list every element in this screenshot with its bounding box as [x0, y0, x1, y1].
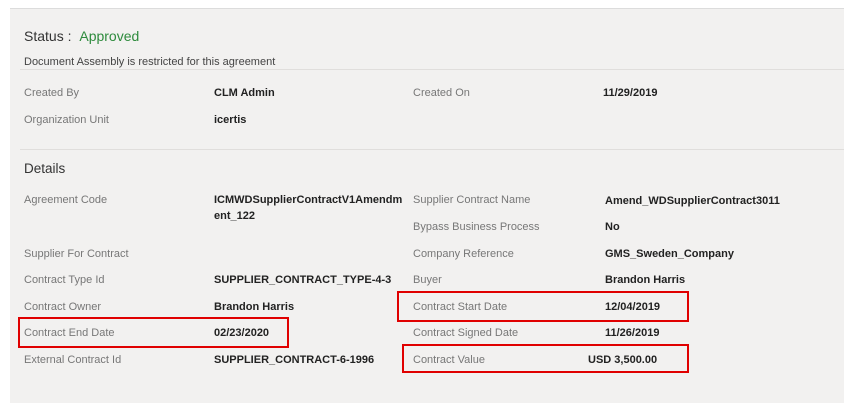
org-unit-value: icertis — [214, 114, 247, 126]
external-contract-id-label: External Contract Id — [24, 354, 122, 366]
bypass-business-process-value: No — [605, 221, 620, 233]
status-value: Approved — [79, 28, 140, 44]
contract-end-date-value: 02/23/2020 — [214, 327, 270, 339]
created-by-value: CLM Admin — [214, 87, 275, 99]
created-on-label: Created On — [413, 87, 470, 99]
contract-owner-value: Brandon Harris — [214, 301, 295, 313]
contract-end-date-label: Contract End Date — [24, 327, 115, 339]
contract-signed-date-label: Contract Signed Date — [413, 327, 519, 339]
divider — [20, 69, 844, 70]
details-heading: Details — [24, 161, 66, 176]
contract-start-date-value: 12/04/2019 — [605, 301, 661, 313]
supplier-for-contract-label: Supplier For Contract — [24, 248, 129, 260]
external-contract-id-value: SUPPLIER_CONTRACT-6-1996 — [214, 354, 375, 366]
restriction-notice: Document Assembly is restricted for this… — [24, 56, 276, 68]
company-reference-value: GMS_Sweden_Company — [605, 248, 734, 260]
bypass-business-process-label: Bypass Business Process — [413, 221, 540, 233]
contract-type-id-value: SUPPLIER_CONTRACT_TYPE-4-3 — [214, 274, 392, 286]
created-by-label: Created By — [24, 87, 80, 99]
supplier-contract-name-label: Supplier Contract Name — [413, 194, 531, 206]
buyer-label: Buyer — [413, 274, 442, 286]
agreement-code-label: Agreement Code — [24, 194, 108, 206]
supplier-contract-name-value: Amend_WDSupplierContract3011 — [605, 195, 780, 207]
contract-owner-label: Contract Owner — [24, 301, 102, 313]
status-row: Status : Approved — [24, 28, 139, 44]
contract-value-label: Contract Value — [413, 354, 485, 366]
contract-value-value: USD 3,500.00 — [588, 354, 658, 366]
divider — [20, 149, 844, 150]
org-unit-label: Organization Unit — [24, 114, 109, 126]
contract-signed-date-value: 11/26/2019 — [605, 327, 660, 339]
contract-start-date-label: Contract Start Date — [413, 301, 508, 313]
buyer-value: Brandon Harris — [605, 274, 686, 286]
agreement-code-value: ICMWDSupplierContractV1Amendment_122 — [214, 194, 403, 222]
agreement-details-panel: Status : Approved Document Assembly is r… — [10, 8, 844, 403]
created-on-value: 11/29/2019 — [603, 87, 658, 99]
company-reference-label: Company Reference — [413, 248, 514, 260]
contract-type-id-label: Contract Type Id — [24, 274, 105, 286]
status-label: Status : — [24, 28, 72, 44]
